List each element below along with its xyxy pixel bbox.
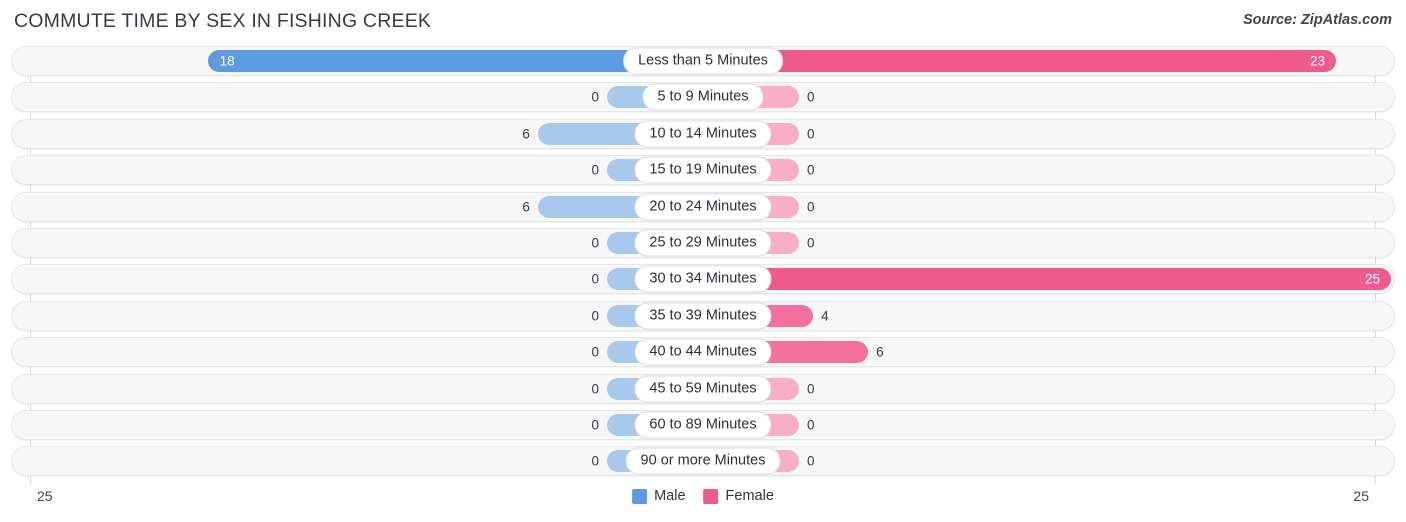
- male-bar-value: 0: [591, 235, 599, 251]
- female-bar[interactable]: [703, 268, 1391, 291]
- category-label: 5 to 9 Minutes: [642, 83, 764, 111]
- chart-row: 0 25 30 to 34 Minutes: [11, 264, 1395, 295]
- legend-item-male[interactable]: Male: [632, 488, 686, 504]
- chart-row: 0 4 35 to 39 Minutes: [11, 300, 1395, 331]
- chart-row: 6 0 10 to 14 Minutes: [11, 118, 1395, 149]
- chart-row: 0 0 15 to 19 Minutes: [11, 155, 1395, 186]
- female-bar-value: 0: [807, 381, 815, 397]
- chart-row: 6 0 20 to 24 Minutes: [11, 191, 1395, 222]
- female-bar-value: 0: [807, 417, 815, 433]
- chart-footer: 25 Male Female 25: [0, 484, 1406, 522]
- female-bar-value: 25: [1365, 271, 1381, 287]
- chart-header: COMMUTE TIME BY SEX IN FISHING CREEK Sou…: [0, 0, 1406, 44]
- legend: Male Female: [632, 488, 774, 504]
- legend-swatch-icon: [703, 488, 719, 504]
- male-bar-value: 0: [591, 453, 599, 469]
- chart-root: COMMUTE TIME BY SEX IN FISHING CREEK Sou…: [0, 0, 1406, 522]
- legend-label: Male: [654, 488, 686, 504]
- female-bar-value: 0: [807, 126, 815, 142]
- male-bar-value: 0: [591, 162, 599, 178]
- category-label: Less than 5 Minutes: [623, 47, 783, 75]
- category-label: 35 to 39 Minutes: [634, 302, 772, 330]
- female-bar[interactable]: [703, 50, 1336, 72]
- female-bar-value: 0: [807, 162, 815, 178]
- category-label: 10 to 14 Minutes: [634, 120, 772, 148]
- page-title: COMMUTE TIME BY SEX IN FISHING CREEK: [14, 10, 432, 32]
- category-label: 30 to 34 Minutes: [634, 265, 772, 293]
- chart-row: 0 0 5 to 9 Minutes: [11, 82, 1395, 113]
- male-bar-value: 0: [591, 381, 599, 397]
- chart-row: 0 0 25 to 29 Minutes: [11, 228, 1395, 258]
- female-bar-value: 0: [807, 453, 815, 469]
- category-label: 60 to 89 Minutes: [634, 411, 772, 439]
- axis-tick-right: 25: [1353, 488, 1369, 504]
- female-bar-value: 0: [807, 89, 815, 105]
- category-label: 40 to 44 Minutes: [634, 338, 772, 366]
- male-bar-value: 18: [219, 53, 235, 69]
- category-label: 15 to 19 Minutes: [634, 156, 772, 184]
- category-label: 25 to 29 Minutes: [634, 229, 772, 257]
- category-label: 20 to 24 Minutes: [634, 193, 772, 221]
- plot-area: 18 23 Less than 5 Minutes 0 0 5 to 9 Minutes 6…: [0, 46, 1406, 484]
- male-bar-value: 0: [591, 344, 599, 360]
- female-bar-value: 23: [1309, 53, 1325, 69]
- axis-tick-left: 25: [37, 488, 53, 504]
- male-bar-value: 6: [522, 126, 530, 142]
- category-label: 45 to 59 Minutes: [634, 375, 772, 403]
- male-bar-value: 6: [522, 199, 530, 215]
- female-bar-value: 4: [821, 308, 829, 324]
- male-bar-value: 0: [591, 417, 599, 433]
- female-bar-value: 0: [807, 235, 815, 251]
- female-bar-value: 6: [876, 344, 884, 360]
- chart-row: 0 6 40 to 44 Minutes: [11, 337, 1395, 368]
- chart-row: 0 0 60 to 89 Minutes: [11, 410, 1395, 440]
- chart-row: 18 23 Less than 5 Minutes: [11, 46, 1395, 76]
- legend-label: Female: [725, 488, 774, 504]
- male-bar-value: 0: [591, 271, 599, 287]
- chart-row: 0 0 90 or more Minutes: [11, 446, 1395, 477]
- category-label: 90 or more Minutes: [625, 447, 781, 475]
- male-bar-value: 0: [591, 308, 599, 324]
- chart-row: 0 0 45 to 59 Minutes: [11, 373, 1395, 404]
- source-label: Source: ZipAtlas.com: [1242, 12, 1392, 28]
- legend-swatch-icon: [632, 488, 648, 504]
- male-bar-value: 0: [591, 89, 599, 105]
- legend-item-female[interactable]: Female: [703, 488, 774, 504]
- female-bar-value: 0: [807, 199, 815, 215]
